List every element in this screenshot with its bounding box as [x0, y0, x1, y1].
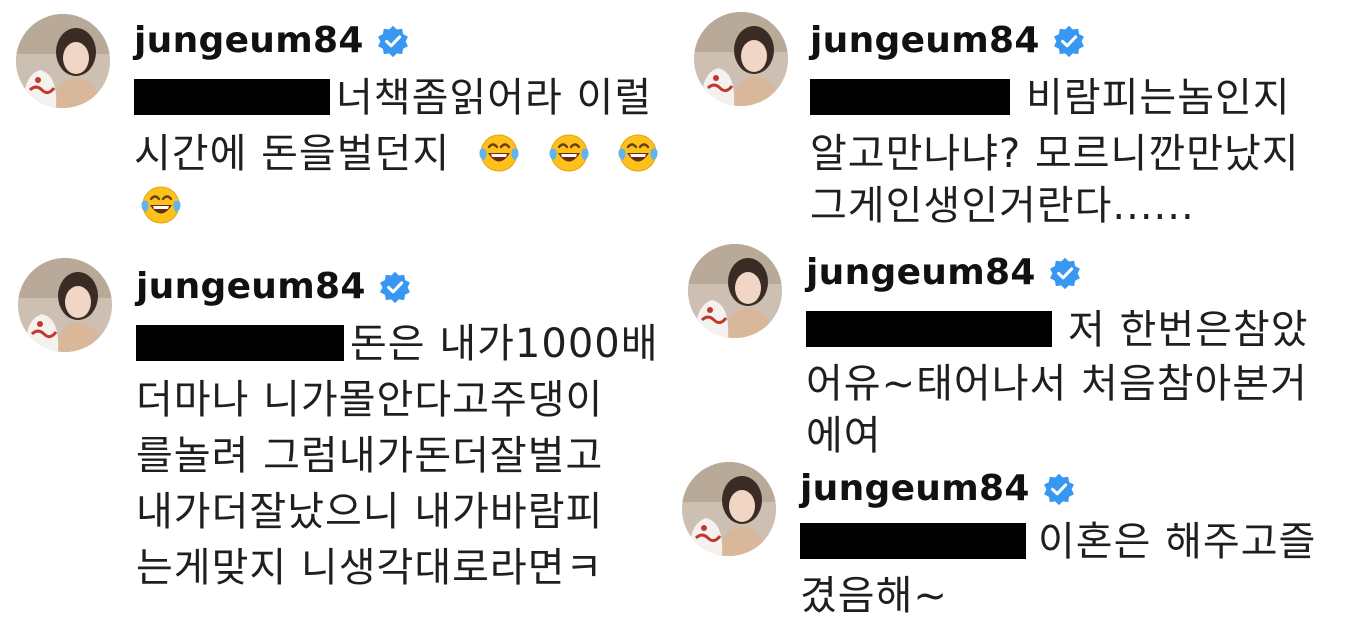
redacted-mention [800, 523, 1026, 559]
comment-text-line: 를놀려 그럼내가돈더잘벌고 [136, 433, 604, 479]
comment-text-line: 겼음해~ [800, 573, 948, 619]
comment-text-line: 돈은 내가1000배 [350, 321, 659, 367]
comment-text-line: 어유~태어나서 처음참아본거 [806, 361, 1308, 407]
comment-text-line: 는게맞지 니생각대로라면ㅋ [136, 545, 604, 591]
verified-badge-icon [378, 270, 412, 304]
comment-text-line: 에여 [806, 413, 882, 459]
verified-badge-icon [1048, 256, 1082, 290]
avatar[interactable] [694, 12, 788, 106]
comment-text-line: 시간에 돈을벌던지 [134, 131, 451, 177]
redacted-mention [134, 79, 330, 115]
comment-text-line: 이혼은 해주고즐 [1038, 519, 1317, 565]
avatar[interactable] [688, 244, 782, 338]
avatar[interactable] [16, 14, 110, 108]
username[interactable]: jungeum84 [800, 468, 1030, 509]
comment-text-line: 비람피는놈인지 [1026, 75, 1291, 121]
avatar[interactable] [682, 462, 776, 556]
verified-badge-icon [1052, 24, 1086, 58]
face-with-tears-of-joy-icon [140, 184, 182, 226]
comment-text-line: 너책좀읽어라 이럴 [336, 75, 653, 121]
avatar[interactable] [18, 258, 112, 352]
username[interactable]: jungeum84 [810, 20, 1040, 61]
verified-badge-icon [1042, 472, 1076, 506]
face-with-tears-of-joy-icon [617, 132, 659, 174]
verified-badge-icon [376, 24, 410, 58]
comment-text-line: 알고만나냐? 모르니깐만났지 [810, 131, 1300, 177]
username[interactable]: jungeum84 [806, 252, 1036, 293]
redacted-mention [810, 79, 1010, 115]
comment-text-line: 내가더잘났으니 내가바람피 [136, 489, 604, 535]
redacted-mention [806, 311, 1052, 347]
comment-text-line: 그게인생인거란다...... [810, 183, 1195, 229]
redacted-mention [136, 325, 344, 361]
username[interactable]: jungeum84 [136, 266, 366, 307]
comment-text-line: 더마나 니가몰안다고주댕이 [136, 377, 604, 423]
face-with-tears-of-joy-icon [478, 132, 520, 174]
username[interactable]: jungeum84 [134, 20, 364, 61]
comment-text-line: 저 한번은참았 [1068, 307, 1309, 353]
face-with-tears-of-joy-icon [548, 132, 590, 174]
